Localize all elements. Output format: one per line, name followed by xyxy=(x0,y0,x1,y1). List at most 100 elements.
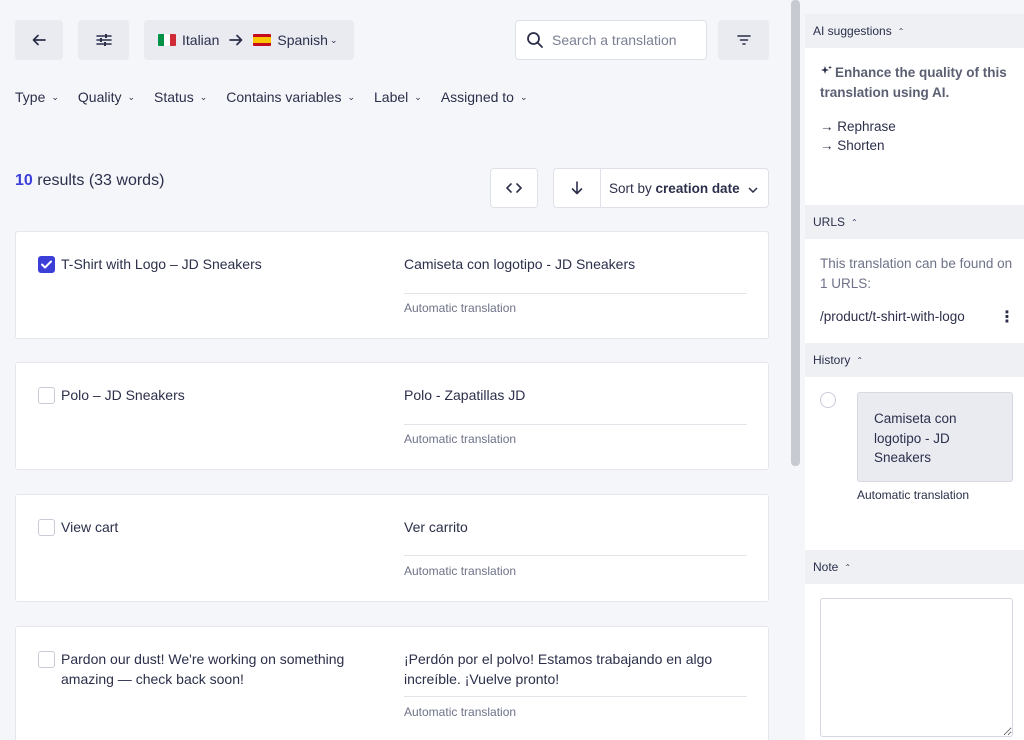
filter-status[interactable]: Status ⌄ xyxy=(154,89,207,105)
source-text: T-Shirt with Logo – JD Sneakers xyxy=(61,256,262,272)
sparkle-icon xyxy=(821,65,832,74)
filter-type[interactable]: Type ⌄ xyxy=(15,89,59,105)
chevron-down-icon: ⌄ xyxy=(414,91,422,102)
sort-field: creation date xyxy=(655,180,740,196)
spain-flag-icon xyxy=(253,34,272,46)
sliders-icon xyxy=(95,34,112,46)
divider xyxy=(404,293,747,294)
arrow-down-icon xyxy=(571,181,583,195)
filter-label: Type xyxy=(15,89,46,105)
translation-origin: Automatic translation xyxy=(404,564,517,578)
translation-row[interactable]: Pardon our dust! We're working on someth… xyxy=(15,626,769,740)
side-panel: AI suggestions ⌃ Enhance the quality of … xyxy=(805,0,1024,740)
sort-control[interactable]: Sort by creation date xyxy=(553,168,769,208)
filter-label[interactable]: Label ⌄ xyxy=(374,89,422,105)
italy-flag-icon xyxy=(158,34,176,46)
section-title: AI suggestions xyxy=(813,24,892,38)
chevron-up-icon: ⌃ xyxy=(851,217,858,227)
more-options-icon[interactable]: ⋮ xyxy=(999,309,1015,327)
history-header[interactable]: History ⌃ xyxy=(805,343,1024,377)
filter-bar: Type ⌄ Quality ⌄ Status ⌄ Contains variable… xyxy=(15,89,547,105)
main-pane: Italian Spanish ⌄ Type ⌄ Quality ⌄ Status ⌄… xyxy=(0,0,800,740)
toggle-code-button[interactable] xyxy=(490,168,538,208)
arrow-right-icon xyxy=(229,34,243,46)
chevron-up-icon: ⌃ xyxy=(844,562,852,572)
code-icon xyxy=(506,183,522,193)
filter-assigned-to[interactable]: Assigned to ⌄ xyxy=(441,89,528,105)
section-title: URLS xyxy=(813,215,846,229)
chevron-up-icon: ⌃ xyxy=(856,355,864,365)
sort-direction-button[interactable] xyxy=(554,169,601,207)
chevron-down-icon: ⌄ xyxy=(519,91,528,102)
target-language-label: Spanish xyxy=(277,32,328,48)
shorten-link[interactable]: → Shorten xyxy=(820,138,885,153)
translation-origin: Automatic translation xyxy=(404,301,517,315)
ai-description-text: Enhance the quality of this translation … xyxy=(820,65,1007,100)
translation-row[interactable]: T-Shirt with Logo – JD Sneakers Camiseta… xyxy=(15,231,769,339)
filter-button[interactable] xyxy=(718,20,769,60)
filter-quality[interactable]: Quality ⌄ xyxy=(78,89,135,105)
ai-suggestions-header[interactable]: AI suggestions ⌃ xyxy=(805,14,1024,48)
arrow-left-icon xyxy=(32,34,46,46)
urls-header[interactable]: URLS ⌃ xyxy=(805,205,1024,239)
source-language-label: Italian xyxy=(182,32,220,48)
results-label: results (33 words) xyxy=(32,172,165,189)
target-text[interactable]: ¡Perdón por el polvo! Estamos trabajando… xyxy=(404,649,747,689)
filter-label: Status xyxy=(154,89,194,105)
results-summary: 10 results (33 words) xyxy=(15,172,164,190)
source-text: View cart xyxy=(61,519,119,535)
target-text[interactable]: Ver carrito xyxy=(404,517,747,537)
row-checkbox[interactable] xyxy=(38,651,55,668)
note-textarea[interactable] xyxy=(820,598,1013,737)
source-text: Polo – JD Sneakers xyxy=(61,387,185,403)
main-scrollbar[interactable] xyxy=(791,0,801,470)
source-text: Pardon our dust! We're working on someth… xyxy=(61,651,345,687)
filter-icon xyxy=(736,35,751,45)
urls-description: This translation can be found on 1 URLS: xyxy=(820,256,1013,291)
url-link[interactable]: /product/t-shirt-with-logo xyxy=(820,309,965,324)
target-text[interactable]: Camiseta con logotipo - JD Sneakers xyxy=(404,254,747,274)
filter-label: Quality xyxy=(77,89,122,105)
scrollbar-thumb[interactable] xyxy=(791,0,800,466)
translation-origin: Automatic translation xyxy=(404,705,517,719)
divider xyxy=(404,424,747,425)
filter-contains-variables[interactable]: Contains variables ⌄ xyxy=(226,89,355,105)
rephrase-link[interactable]: → Rephrase xyxy=(820,119,896,134)
row-checkbox[interactable] xyxy=(38,387,55,404)
search-icon xyxy=(527,32,543,48)
chevron-down-icon: ⌄ xyxy=(347,91,355,102)
row-checkbox[interactable] xyxy=(38,519,55,536)
search-box[interactable] xyxy=(515,20,707,60)
translation-row[interactable]: Polo – JD Sneakers Polo - Zapatillas JD … xyxy=(15,362,769,470)
history-origin: Automatic translation xyxy=(857,488,970,502)
section-title: Note xyxy=(813,560,839,574)
section-title: History xyxy=(813,353,851,367)
row-checkbox[interactable] xyxy=(38,256,55,273)
chevron-up-icon: ⌃ xyxy=(897,26,905,36)
divider xyxy=(404,696,747,697)
ai-description: Enhance the quality of this translation … xyxy=(820,63,1020,103)
note-header[interactable]: Note ⌃ xyxy=(805,550,1024,584)
chevron-down-icon: ⌄ xyxy=(127,91,136,102)
back-button[interactable] xyxy=(15,20,63,60)
language-pair-selector[interactable]: Italian Spanish ⌄ xyxy=(144,20,354,60)
adjust-settings-button[interactable] xyxy=(78,20,129,60)
divider xyxy=(404,555,747,556)
check-icon xyxy=(41,260,52,269)
chevron-down-icon: ⌄ xyxy=(199,91,208,102)
history-entry[interactable]: Camiseta con logotipo - JD Sneakers xyxy=(857,392,1013,482)
translation-origin: Automatic translation xyxy=(404,432,517,446)
sort-label: Sort by creation date xyxy=(601,181,748,196)
filter-label: Label xyxy=(374,89,409,105)
history-radio[interactable] xyxy=(820,392,836,408)
sort-prefix: Sort by xyxy=(609,180,652,196)
translation-row[interactable]: View cart Ver carrito Automatic translat… xyxy=(15,494,769,602)
filter-label: Assigned to xyxy=(440,89,514,105)
panel-top-strip xyxy=(805,0,1024,14)
chevron-down-icon: ⌄ xyxy=(51,91,59,102)
search-input[interactable] xyxy=(552,32,692,48)
results-count: 10 xyxy=(15,172,33,189)
chevron-down-icon: ⌄ xyxy=(329,34,338,45)
filter-label: Contains variables xyxy=(226,89,342,105)
target-text[interactable]: Polo - Zapatillas JD xyxy=(404,385,747,405)
